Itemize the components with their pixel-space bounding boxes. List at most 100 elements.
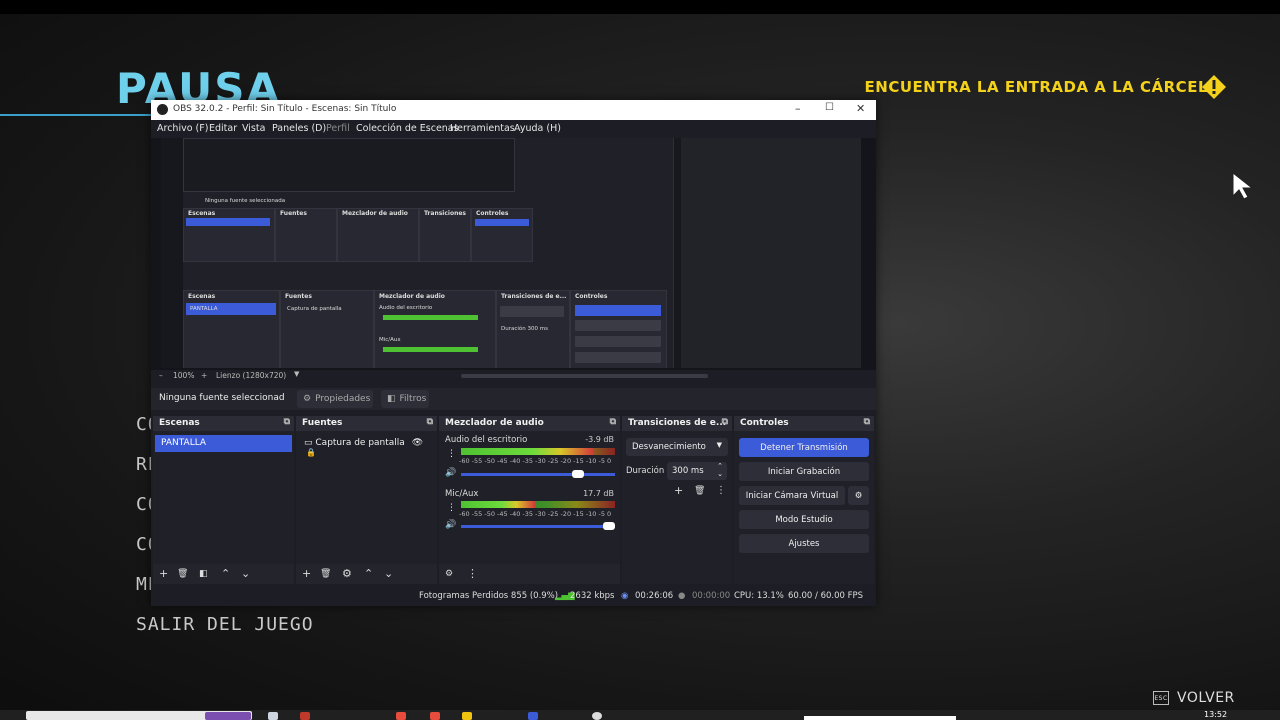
scenes-toolbar: + 🗑 ◧ ⌃ ⌄ [153, 564, 294, 584]
undock-icon[interactable]: ⧉ [427, 417, 433, 427]
trash-icon[interactable]: 🗑 [177, 569, 188, 579]
stream-icon: ◉ [621, 591, 629, 601]
undock-icon[interactable]: ⧉ [610, 417, 616, 427]
transitions-title: Transiciones de e... [628, 418, 727, 428]
window-title: OBS 32.0.2 - Perfil: Sin Título - Escena… [173, 104, 397, 114]
scene-item[interactable]: PANTALLA [155, 435, 292, 452]
preview-side-panel [681, 138, 861, 368]
transition-select[interactable]: Desvanecimiento ▼ [626, 438, 728, 456]
undock-icon[interactable]: ⧉ [284, 417, 290, 427]
more-options-icon[interactable]: ⋮ [716, 485, 726, 496]
menu-bar: Archivo (F) Editar Vista Paneles (D) Per… [151, 120, 876, 138]
gear-icon[interactable]: ⚙ [342, 567, 352, 580]
zoom-out-icon[interactable]: – [159, 371, 163, 380]
scenes-title: Escenas [159, 418, 200, 428]
undock-icon[interactable]: ⧉ [722, 417, 728, 427]
taskbar-app-icon[interactable] [528, 712, 538, 720]
meter-scale: -60 -55 -50 -45 -40 -35 -30 -25 -20 -15 … [459, 457, 612, 465]
stop-stream-button[interactable]: Detener Transmisión [739, 438, 869, 457]
sources-toolbar: + 🗑 ⚙ ⌃ ⌄ [296, 564, 437, 584]
gear-icon[interactable]: ⚙ [848, 486, 869, 505]
studio-mode-button[interactable]: Modo Estudio [739, 510, 869, 529]
preview-canvas: Ninguna fuente seleccionada Escenas Fuen… [161, 138, 861, 368]
taskbar-folder-icon[interactable] [462, 712, 472, 720]
undock-icon[interactable]: ⧉ [864, 417, 870, 427]
lock-icon[interactable]: 🔒 [306, 448, 316, 457]
chevron-down-icon[interactable]: ⌄ [717, 470, 723, 478]
zoom-level: 100% [173, 371, 195, 380]
status-bar: Fotogramas Perdidos 855 (0.9%) ▂▄▆ 2632 … [151, 586, 876, 606]
trash-icon[interactable]: 🗑 [320, 569, 331, 579]
chevron-down-icon: ▼ [716, 441, 722, 449]
taskbar-notification [804, 716, 956, 720]
more-options-icon[interactable]: ⋮ [467, 567, 478, 580]
eye-icon[interactable]: 👁 [412, 438, 423, 448]
settings-button[interactable]: Ajustes [739, 534, 869, 553]
trash-icon[interactable]: 🗑 [694, 486, 705, 496]
mixer-title: Mezclador de audio [445, 418, 544, 428]
zoom-in-icon[interactable]: + [201, 371, 207, 380]
taskbar-app-icon[interactable] [300, 712, 310, 720]
close-icon[interactable]: ✕ [856, 102, 865, 115]
channel-db: 17.7 dB [583, 489, 614, 498]
fps: 60.00 / 60.00 FPS [788, 591, 864, 601]
filter-icon[interactable]: ◧ [199, 569, 208, 579]
preview-scrollbar[interactable] [461, 374, 708, 378]
chevron-up-icon[interactable]: ⌃ [364, 567, 373, 580]
taskbar-app-icon[interactable] [268, 712, 278, 720]
menu-vista[interactable]: Vista [242, 123, 265, 134]
maximize-icon[interactable]: ☐ [825, 102, 834, 113]
menu-coleccion[interactable]: Colección de Escenas [356, 123, 459, 134]
menu-ayuda[interactable]: Ayuda (H) [514, 123, 561, 134]
controls-title: Controles [740, 418, 789, 428]
quit-game-button[interactable]: SALIR DEL JUEGO [136, 614, 314, 635]
add-icon[interactable]: + [674, 484, 683, 497]
canvas-size: Lienzo (1280x720) [216, 371, 287, 380]
volume-slider[interactable] [461, 522, 615, 530]
channel-name: Mic/Aux [445, 489, 479, 499]
chevron-up-icon[interactable]: ⌃ [717, 462, 723, 470]
menu-editar[interactable]: Editar [209, 123, 237, 134]
obs-titlebar[interactable]: OBS 32.0.2 - Perfil: Sin Título - Escena… [151, 100, 876, 120]
preview-area[interactable]: Ninguna fuente seleccionada Escenas Fuen… [151, 138, 876, 370]
chevron-down-icon[interactable]: ⌄ [241, 567, 250, 580]
speaker-icon[interactable]: 🔊 [445, 520, 456, 530]
taskbar-app-icon[interactable] [430, 712, 440, 720]
menu-paneles[interactable]: Paneles (D) [272, 123, 326, 134]
virtual-camera-button[interactable]: Iniciar Cámara Virtual [739, 486, 845, 505]
taskbar-widget-icon[interactable] [205, 712, 251, 720]
audio-meter [461, 501, 615, 508]
more-options-icon[interactable]: ⋮ [447, 449, 456, 459]
taskbar-obs-icon[interactable] [592, 712, 602, 720]
controls-dock: Controles ⧉ Detener Transmisión Iniciar G… [734, 416, 874, 584]
add-icon[interactable]: + [159, 567, 168, 580]
add-icon[interactable]: + [302, 567, 311, 580]
start-recording-button[interactable]: Iniciar Grabación [739, 462, 869, 481]
duration-spinbox[interactable]: 300 ms ⌃ ⌄ [667, 462, 727, 480]
source-item[interactable]: ▭ Captura de pantalla 👁 🔒 [304, 438, 437, 458]
stream-time: 00:26:06 [635, 591, 674, 601]
back-button[interactable]: ESC VOLVER [1153, 690, 1235, 706]
nested-preview: Ninguna fuente seleccionada Escenas Fuen… [183, 138, 674, 368]
mouse-cursor-icon [1232, 172, 1254, 200]
filters-button[interactable]: ◧ Filtros [381, 390, 429, 408]
menu-herramientas[interactable]: Herramientas [450, 123, 515, 134]
taskbar-app-icon[interactable] [396, 712, 406, 720]
menu-perfil[interactable]: Perfil [326, 123, 350, 134]
record-time: 00:00:00 [692, 591, 731, 601]
properties-button[interactable]: ⚙ Propiedades [297, 390, 373, 408]
bitrate: 2632 kbps [570, 591, 615, 601]
speaker-icon[interactable]: 🔊 [445, 468, 456, 478]
minimize-icon[interactable]: – [795, 102, 801, 115]
volume-slider[interactable] [461, 470, 615, 478]
canvas-dropdown-icon[interactable]: ▼ [294, 370, 299, 378]
chevron-down-icon[interactable]: ⌄ [384, 567, 393, 580]
chevron-up-icon[interactable]: ⌃ [221, 567, 230, 580]
record-icon: ● [678, 591, 686, 601]
channel-name: Audio del escritorio [445, 435, 528, 445]
advanced-audio-icon[interactable]: ⚙ [445, 569, 453, 579]
menu-archivo[interactable]: Archivo (F) [157, 123, 208, 134]
sources-title: Fuentes [302, 418, 343, 428]
more-options-icon[interactable]: ⋮ [447, 503, 456, 513]
duration-label: Duración [626, 466, 665, 476]
